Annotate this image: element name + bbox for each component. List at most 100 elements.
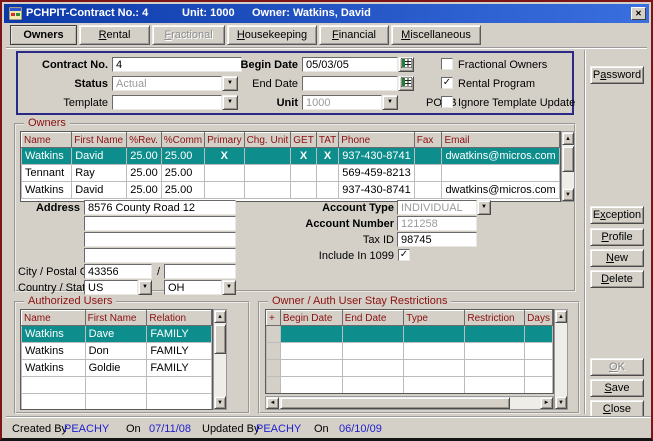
column-header[interactable]: GET	[291, 133, 317, 148]
scrollbar-thumb[interactable]	[562, 146, 574, 172]
table-cell[interactable]	[404, 326, 465, 343]
table-cell[interactable]	[267, 326, 281, 343]
begin-date-calendar-button[interactable]	[398, 57, 414, 72]
table-cell[interactable]	[291, 182, 317, 199]
scroll-up-button[interactable]: ▲	[214, 310, 226, 323]
table-cell[interactable]: dwatkins@micros.com	[442, 148, 560, 165]
table-cell[interactable]: 25.00	[127, 182, 162, 199]
table-cell[interactable]: 937-430-8741	[339, 148, 415, 165]
table-row[interactable]	[22, 394, 212, 411]
column-header[interactable]: Type	[404, 311, 465, 326]
scroll-left-button[interactable]: ◄	[266, 397, 279, 409]
table-cell[interactable]	[525, 326, 553, 343]
table-cell[interactable]	[404, 360, 465, 377]
table-cell[interactable]	[147, 394, 212, 411]
new-button[interactable]: New	[590, 249, 644, 267]
scrollbar-thumb[interactable]	[214, 324, 226, 354]
table-cell[interactable]	[85, 377, 147, 394]
table-cell[interactable]	[465, 360, 525, 377]
table-row[interactable]: WatkinsDaveFAMILY	[22, 326, 212, 343]
table-row[interactable]	[22, 377, 212, 394]
table-cell[interactable]: 25.00	[127, 165, 162, 182]
rental-program-checkbox[interactable]: ✓	[441, 77, 453, 89]
table-cell[interactable]: 25.00	[161, 182, 204, 199]
table-cell[interactable]	[205, 165, 244, 182]
column-header[interactable]: TAT	[316, 133, 338, 148]
table-cell[interactable]: 569-459-8213	[339, 165, 415, 182]
column-header[interactable]: +	[267, 311, 281, 326]
column-header[interactable]: Primary	[205, 133, 244, 148]
table-cell[interactable]: FAMILY	[147, 326, 212, 343]
table-cell[interactable]	[404, 343, 465, 360]
owners-grid-scrollbar[interactable]: ▲ ▼	[561, 131, 575, 202]
city-field[interactable]	[84, 264, 152, 279]
address-line1-field[interactable]	[84, 200, 236, 215]
table-row[interactable]: WatkinsDavid25.0025.00 937-430-8741 dwat…	[22, 182, 560, 199]
password-button[interactable]: Password	[590, 66, 644, 84]
stay-restrictions-vscrollbar[interactable]: ▲ ▼	[554, 309, 568, 410]
table-cell[interactable]	[22, 377, 86, 394]
column-header[interactable]: Relation	[147, 311, 212, 326]
table-cell[interactable]	[280, 326, 342, 343]
table-cell[interactable]: Watkins	[22, 360, 86, 377]
save-button[interactable]: Save	[590, 379, 644, 397]
table-cell[interactable]	[244, 165, 291, 182]
table-cell[interactable]: FAMILY	[147, 343, 212, 360]
column-header[interactable]: Name	[22, 133, 72, 148]
table-cell[interactable]: FAMILY	[147, 360, 212, 377]
column-header[interactable]: Phone	[339, 133, 415, 148]
table-row[interactable]	[267, 343, 553, 360]
table-cell[interactable]	[404, 377, 465, 394]
table-cell[interactable]	[525, 377, 553, 394]
table-cell[interactable]	[414, 148, 442, 165]
tax-id-field[interactable]	[397, 232, 477, 247]
scroll-down-button[interactable]: ▼	[562, 188, 574, 201]
scroll-up-button[interactable]: ▲	[562, 132, 574, 145]
table-cell[interactable]	[342, 377, 404, 394]
table-cell[interactable]	[147, 377, 212, 394]
table-cell[interactable]: X	[291, 148, 317, 165]
column-header[interactable]: Chg. Unit	[244, 133, 291, 148]
column-header[interactable]: %Rev.	[127, 133, 162, 148]
exception-button[interactable]: Exception	[590, 206, 644, 224]
tab-miscellaneous[interactable]: Miscellaneous	[391, 25, 481, 45]
state-field[interactable]	[164, 280, 222, 295]
country-lov-button[interactable]: ▼	[138, 280, 152, 295]
table-cell[interactable]	[267, 360, 281, 377]
table-cell[interactable]	[465, 377, 525, 394]
table-cell[interactable]: Watkins	[22, 182, 72, 199]
table-cell[interactable]: dwatkins@micros.com	[442, 182, 560, 199]
end-date-calendar-button[interactable]	[398, 76, 414, 91]
table-cell[interactable]	[342, 343, 404, 360]
table-cell[interactable]: Dave	[85, 326, 147, 343]
address-line2-field[interactable]	[84, 216, 236, 231]
table-cell[interactable]: Don	[85, 343, 147, 360]
table-row[interactable]	[267, 360, 553, 377]
table-cell[interactable]: Ray	[72, 165, 127, 182]
table-cell[interactable]	[291, 165, 317, 182]
table-cell[interactable]: X	[205, 148, 244, 165]
state-lov-button[interactable]: ▼	[222, 280, 236, 295]
column-header[interactable]: Name	[22, 311, 86, 326]
table-cell[interactable]	[465, 343, 525, 360]
table-cell[interactable]	[342, 326, 404, 343]
table-cell[interactable]: Tennant	[22, 165, 72, 182]
column-header[interactable]: First Name	[85, 311, 147, 326]
column-header[interactable]: Fax	[414, 133, 442, 148]
authorized-users-scrollbar[interactable]: ▲ ▼	[213, 309, 227, 410]
table-row[interactable]: WatkinsGoldieFAMILY	[22, 360, 212, 377]
tab-financial[interactable]: Financial	[319, 25, 389, 45]
profile-button[interactable]: Profile	[590, 228, 644, 246]
table-cell[interactable]	[267, 377, 281, 394]
tab-rental[interactable]: Rental	[79, 25, 150, 45]
column-header[interactable]: Email	[442, 133, 560, 148]
table-cell[interactable]: 25.00	[161, 148, 204, 165]
column-header[interactable]: Days	[525, 311, 553, 326]
table-cell[interactable]: David	[72, 182, 127, 199]
table-cell[interactable]: Goldie	[85, 360, 147, 377]
table-cell[interactable]	[316, 182, 338, 199]
table-cell[interactable]	[205, 182, 244, 199]
column-header[interactable]: Restriction	[465, 311, 525, 326]
delete-button[interactable]: Delete	[590, 270, 644, 288]
table-cell[interactable]	[280, 377, 342, 394]
